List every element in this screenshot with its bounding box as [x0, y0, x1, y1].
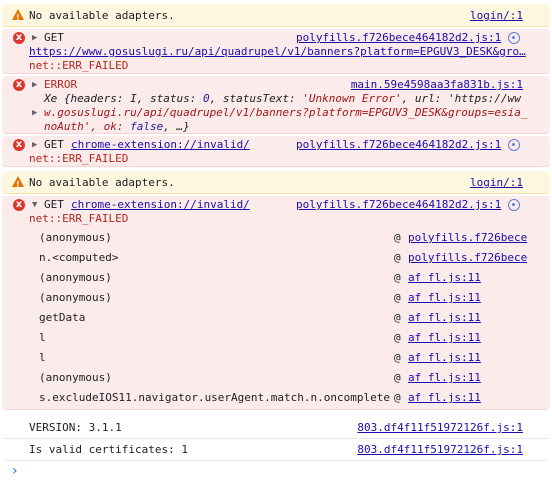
stack-location-link[interactable]: af fl.js:11: [408, 390, 481, 405]
source-link[interactable]: polyfills.f726bece464182d2.js:1: [296, 30, 501, 45]
stack-trace: (anonymous) @ polyfills.f726bece n.<comp…: [2, 228, 550, 408]
stack-function: (anonymous): [39, 231, 112, 244]
stack-function: l: [39, 351, 46, 364]
request-url-link[interactable]: chrome-extension://invalid/: [71, 137, 250, 152]
stack-at: @: [394, 351, 401, 364]
source-link[interactable]: 803.df4f11f51972126f.js:1: [357, 420, 523, 435]
object-text: , url: 'https://ww: [401, 92, 521, 105]
stack-function: (anonymous): [39, 271, 112, 284]
object-text: Xe {headers: I, status:: [44, 92, 203, 105]
source-link[interactable]: login/:1: [470, 8, 523, 23]
stack-frame: l @ af fl.js:11: [2, 328, 550, 348]
error-object-line-1[interactable]: Xe {headers: I, status: 0, statusText: '…: [44, 91, 521, 106]
console-prompt[interactable]: ›: [2, 461, 550, 485]
stack-location-link[interactable]: af fl.js:11: [408, 350, 481, 365]
stack-frame: (anonymous) @ af fl.js:11: [2, 268, 550, 288]
request-url-link[interactable]: https://www.gosuslugi.ru/api/quadrupel/v…: [29, 44, 526, 59]
error-icon: x: [13, 32, 25, 44]
object-text: noAuth', ok:: [44, 120, 131, 133]
error-object-line-2: w.gosuslugi.ru/api/quadrupel/v1/banners?…: [44, 106, 528, 119]
warning-text: No available adapters.: [29, 9, 175, 22]
console-error-expanded: x ▼ GET chrome-extension://invalid/ poly…: [2, 196, 550, 410]
stack-frame: (anonymous) @ af fl.js:11: [2, 288, 550, 308]
error-status: net::ERR_FAILED: [29, 152, 129, 165]
stack-function: (anonymous): [39, 371, 112, 384]
expand-icon[interactable]: ▶: [32, 78, 37, 93]
stack-location-link[interactable]: af fl.js:11: [408, 330, 481, 345]
log-text: Is valid certificates: 1: [29, 443, 188, 456]
prompt-chevron-icon: ›: [12, 463, 18, 479]
source-link[interactable]: 803.df4f11f51972126f.js:1: [357, 442, 523, 457]
stack-at: @: [394, 311, 401, 324]
stack-function: n.<computed>: [39, 251, 119, 264]
stack-location-link[interactable]: polyfills.f726bece: [408, 230, 527, 245]
stack-frame: l @ af fl.js:11: [2, 348, 550, 368]
console-error: x ▶ GET chrome-extension://invalid/ poly…: [2, 136, 550, 167]
stack-location-link[interactable]: af fl.js:11: [408, 370, 481, 385]
stack-at: @: [394, 291, 401, 304]
source-link[interactable]: login/:1: [470, 175, 523, 190]
console-log: VERSION: 3.1.1 803.df4f11f51972126f.js:1: [2, 417, 550, 439]
console-error: x ▶ ERROR main.59e4598aa3fa831b.js:1 Xe …: [2, 76, 550, 134]
request-method: GET: [44, 198, 64, 211]
warning-icon: !: [12, 9, 24, 22]
request-url-link[interactable]: chrome-extension://invalid/: [71, 197, 250, 212]
network-request-icon[interactable]: [508, 199, 520, 211]
request-method: GET: [44, 31, 64, 44]
stack-function: getData: [39, 311, 86, 324]
source-link[interactable]: main.59e4598aa3fa831b.js:1: [351, 77, 523, 92]
stack-at: @: [394, 231, 401, 244]
source-link[interactable]: polyfills.f726bece464182d2.js:1: [296, 137, 501, 152]
request-method: GET: [44, 138, 64, 151]
stack-at: @: [394, 271, 401, 284]
stack-at: @: [394, 391, 401, 404]
console-panel: ! No available adapters. login/:1 x ▶ GE…: [0, 0, 552, 485]
stack-at: @: [394, 251, 401, 264]
stack-function: (anonymous): [39, 291, 112, 304]
stack-at: @: [394, 371, 401, 384]
stack-location-link[interactable]: af fl.js:11: [408, 310, 481, 325]
object-value: 'Unknown Error': [302, 92, 402, 105]
error-label: ERROR: [44, 78, 78, 91]
warning-icon: !: [12, 176, 24, 189]
stack-at: @: [394, 331, 401, 344]
console-warning: ! No available adapters. login/:1: [2, 171, 550, 194]
error-object-line-3: noAuth', ok: false, …}: [44, 119, 190, 134]
error-status: net::ERR_FAILED: [29, 59, 129, 72]
stack-frame: getData @ af fl.js:11: [2, 308, 550, 328]
source-link[interactable]: polyfills.f726bece464182d2.js:1: [296, 197, 501, 212]
object-value: 0: [202, 92, 210, 105]
stack-function: l: [39, 331, 46, 344]
warning-text: No available adapters.: [29, 176, 175, 189]
console-log: Is valid certificates: 1 803.df4f11f5197…: [2, 439, 550, 461]
error-icon: x: [13, 139, 25, 151]
stack-frame: n.<computed> @ polyfills.f726bece: [2, 248, 550, 268]
error-icon: x: [13, 79, 25, 91]
stack-location-link[interactable]: af fl.js:11: [408, 290, 481, 305]
stack-frame: (anonymous) @ af fl.js:11: [2, 368, 550, 388]
object-text: , …}: [163, 120, 190, 133]
object-value: false: [130, 120, 164, 133]
stack-function: s.excludeIOS11.navigator.userAgent.match…: [39, 391, 390, 404]
log-text: VERSION: 3.1.1: [29, 421, 122, 434]
network-request-icon[interactable]: [508, 32, 520, 44]
console-warning: ! No available adapters. login/:1: [2, 4, 550, 27]
stack-frame: (anonymous) @ polyfills.f726bece: [2, 228, 550, 248]
expand-icon[interactable]: ▶: [32, 106, 37, 121]
stack-frame: s.excludeIOS11.navigator.userAgent.match…: [2, 388, 550, 408]
error-status: net::ERR_FAILED: [29, 212, 129, 225]
stack-location-link[interactable]: af fl.js:11: [408, 270, 481, 285]
error-icon: x: [13, 199, 25, 211]
stack-location-link[interactable]: polyfills.f726bece: [408, 250, 527, 265]
object-text: , statusText:: [209, 92, 303, 105]
console-error: x ▶ GET polyfills.f726bece464182d2.js:1 …: [2, 29, 550, 74]
network-request-icon[interactable]: [508, 139, 520, 151]
